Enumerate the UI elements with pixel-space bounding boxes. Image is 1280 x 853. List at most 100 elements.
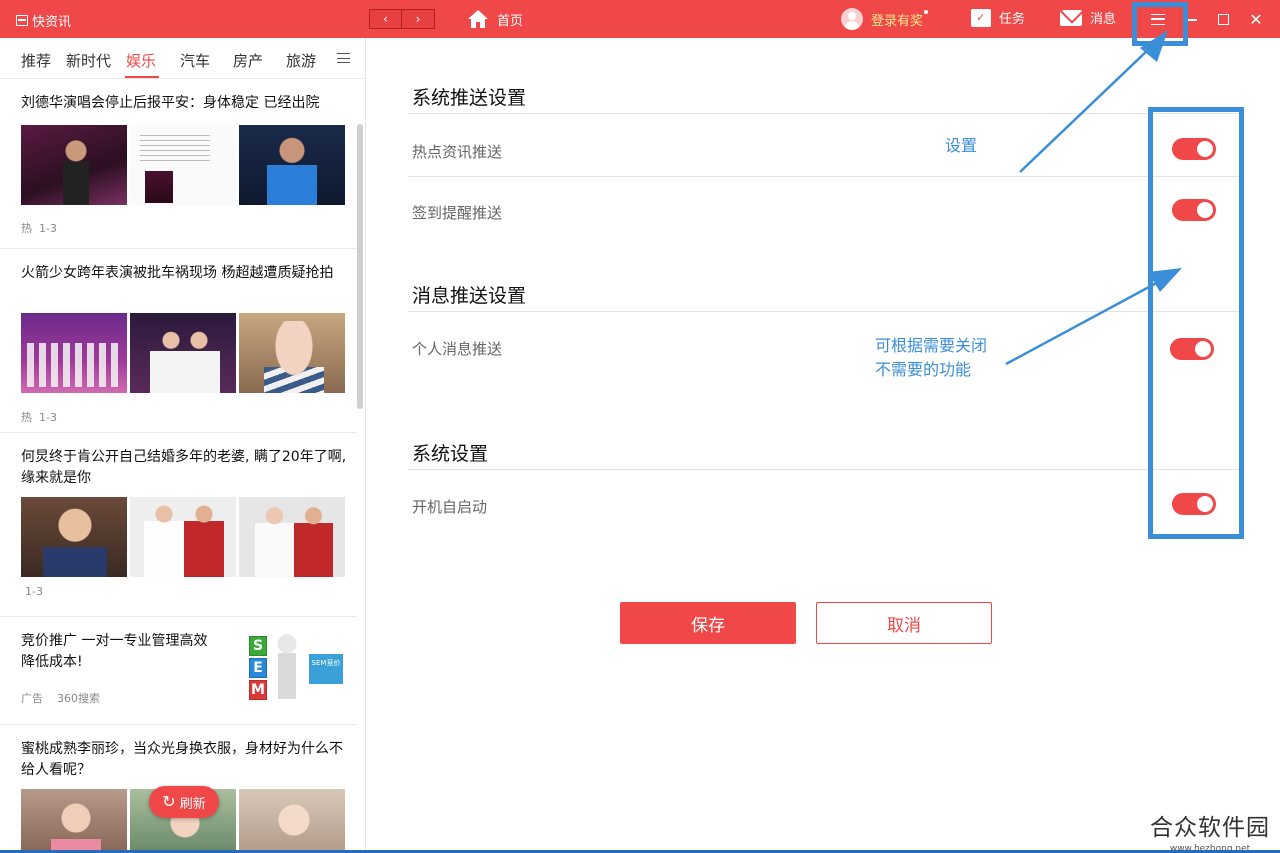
sem-letter: S [249, 636, 267, 656]
ad-meta: 广告 360搜索 [21, 690, 114, 706]
divider [408, 469, 1240, 470]
close-button[interactable]: ✕ [1245, 9, 1267, 29]
forward-button[interactable]: › [402, 9, 435, 29]
ad-image: S E M SEM竞价 [243, 632, 343, 714]
tab-travel[interactable]: 旅游 [286, 50, 316, 71]
setting-hot-news-push: 热点资讯推送 [412, 143, 503, 161]
divider [408, 113, 1240, 114]
section-title-system: 系统设置 [412, 443, 489, 465]
home-label: 首页 [497, 13, 524, 29]
news-title: 蜜桃成熟李丽珍，当众光身换衣服，身材好为什么不给人看呢？ [21, 741, 343, 778]
news-title: 火箭少女跨年表演被批车祸现场 杨超越遭质疑抢拍 [21, 265, 334, 281]
tab-realestate[interactable]: 房产 [233, 50, 263, 71]
refresh-label: 刷新 [179, 796, 206, 812]
toggles-highlight-box [1148, 107, 1244, 539]
news-meta: 热 1-3 [21, 409, 57, 425]
news-thumbnail [21, 125, 127, 205]
news-thumbnail [239, 497, 345, 577]
home-icon [468, 10, 488, 28]
news-thumbnails [21, 125, 345, 205]
news-item[interactable]: 刘德华演唱会停止后报平安：身体稳定 已经出院 热 1-3 [0, 79, 357, 249]
news-thumbnails [21, 313, 345, 393]
minimize-icon [1187, 19, 1197, 21]
task-label: 任务 [999, 12, 1026, 27]
category-tabs: 推荐 新时代 娱乐 汽车 房产 旅游 [0, 38, 365, 79]
annotation-settings: 设置 [945, 136, 978, 155]
news-thumbnail [21, 497, 127, 577]
nav-buttons: ‹ › [369, 9, 435, 29]
calendar-check-icon [971, 8, 991, 27]
more-categories-icon[interactable] [337, 53, 350, 63]
login-button[interactable]: 登录有奖 [841, 8, 923, 30]
divider [408, 176, 1240, 177]
news-thumbnail [21, 313, 127, 393]
task-button[interactable]: 任务 [971, 8, 1025, 27]
news-thumbnail [239, 313, 345, 393]
hot-tag: 热 [21, 411, 32, 424]
maximize-button[interactable] [1212, 9, 1234, 29]
news-thumbnail [130, 125, 236, 205]
title-bar: 快资讯 ‹ › 首页 登录有奖 任务 消息 [0, 0, 1280, 38]
notification-dot [923, 9, 929, 15]
news-thumbnail [239, 125, 345, 205]
setting-checkin-reminder: 签到提醒推送 [412, 204, 503, 222]
news-thumbnail [21, 789, 127, 853]
news-thumbnail [239, 789, 345, 853]
tab-new-era[interactable]: 新时代 [66, 50, 111, 71]
chevron-left-icon: ‹ [383, 12, 388, 26]
menu-highlight-box [1132, 2, 1188, 46]
avatar-icon [841, 8, 863, 30]
message-label: 消息 [1090, 12, 1117, 27]
setting-auto-start: 开机自启动 [412, 498, 488, 516]
app-logo: 快资讯 [16, 11, 71, 30]
annotation-line-1: 可根据需要关闭 [875, 336, 988, 355]
hot-tag: 热 [21, 222, 32, 235]
news-item[interactable]: 火箭少女跨年表演被批车祸现场 杨超越遭质疑抢拍 热 1-3 [0, 249, 357, 433]
tab-auto[interactable]: 汽车 [180, 50, 210, 71]
maximize-icon [1217, 13, 1229, 25]
news-thumbnail [130, 497, 236, 577]
news-panel: 推荐 新时代 娱乐 汽车 房产 旅游 刘德华演唱会停止后报平安：身体稳定 已经出… [0, 38, 366, 853]
refresh-icon: ↻ [162, 792, 176, 811]
mail-icon [1060, 9, 1082, 26]
news-meta: 热 1-3 [21, 220, 57, 236]
divider [408, 311, 1240, 312]
news-thumbnail [130, 313, 236, 393]
section-title-system-push: 系统推送设置 [412, 87, 527, 109]
ad-item[interactable]: 竞价推广 一对一专业管理高效降低成本! S E M SEM竞价 广告 360搜索 [0, 617, 357, 725]
message-button[interactable]: 消息 [1060, 8, 1116, 27]
annotation-line-2: 不需要的功能 [875, 360, 972, 379]
refresh-button[interactable]: ↻ 刷新 [149, 786, 219, 818]
active-tab-indicator [125, 76, 159, 78]
ad-title: 竞价推广 一对一专业管理高效降低成本! [21, 633, 208, 670]
save-button[interactable]: 保存 [620, 602, 796, 644]
back-button[interactable]: ‹ [369, 9, 402, 29]
news-scrollbar[interactable] [357, 124, 363, 409]
tab-recommend[interactable]: 推荐 [21, 50, 51, 71]
news-title: 刘德华演唱会停止后报平安：身体稳定 已经出院 [21, 95, 320, 111]
cancel-button[interactable]: 取消 [816, 602, 992, 644]
news-count: 1-3 [39, 222, 57, 235]
news-title: 何炅终于肯公开自己结婚多年的老婆, 瞒了20年了啊, 缘来就是你 [21, 449, 347, 486]
sem-letter: E [249, 658, 267, 678]
app-window: 快资讯 ‹ › 首页 登录有奖 任务 消息 [0, 0, 1280, 853]
news-count: 1-3 [39, 411, 57, 424]
ad-tag: 广告 [21, 692, 43, 705]
close-icon: ✕ [1249, 9, 1263, 29]
news-thumbnails [21, 497, 345, 577]
watermark-main: 合众软件园 [1150, 815, 1270, 841]
setting-personal-message-push: 个人消息推送 [412, 340, 503, 358]
sem-letter: M [249, 680, 267, 700]
site-watermark: 合众软件园 www.hezhong.net [1150, 808, 1270, 853]
sem-badge: SEM竞价 [309, 654, 343, 684]
news-meta: 1-3 [25, 585, 43, 598]
news-count: 1-3 [25, 585, 43, 598]
home-button[interactable]: 首页 [467, 9, 523, 29]
ad-source: 360搜索 [57, 692, 100, 705]
news-item[interactable]: 何炅终于肯公开自己结婚多年的老婆, 瞒了20年了啊, 缘来就是你 1-3 [0, 433, 357, 617]
section-title-message-push: 消息推送设置 [412, 285, 527, 307]
tab-entertainment[interactable]: 娱乐 [126, 50, 156, 71]
3d-person-figure [271, 634, 303, 704]
app-title: 快资讯 [32, 15, 72, 30]
login-label: 登录有奖 [871, 13, 924, 29]
